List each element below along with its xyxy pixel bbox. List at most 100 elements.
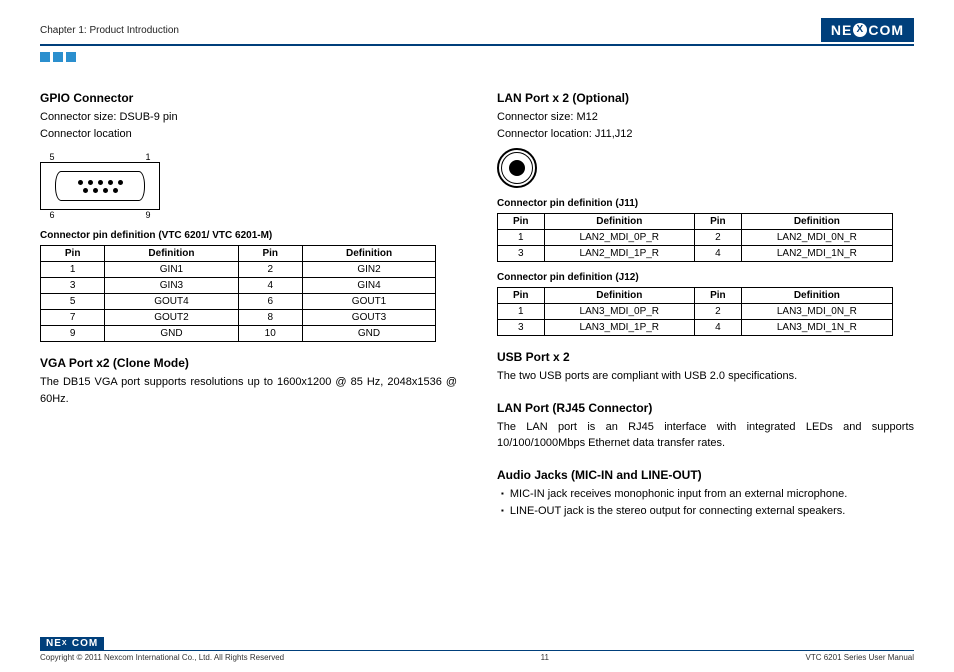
- table-cell: 5: [41, 294, 105, 310]
- table-header: Pin: [41, 246, 105, 262]
- footer-logo-pre: NE: [46, 638, 62, 649]
- gpio-loc: Connector location: [40, 126, 457, 143]
- table-header: Definition: [544, 288, 695, 304]
- table-cell: 7: [41, 310, 105, 326]
- table-cell: LAN3_MDI_0N_R: [741, 304, 893, 320]
- dsub-diagram: 5 1 6 9: [40, 152, 457, 220]
- left-column: GPIO Connector Connector size: DSUB-9 pi…: [40, 83, 457, 521]
- chapter-label: Chapter 1: Product Introduction: [40, 25, 179, 36]
- table-cell: 4: [695, 246, 742, 262]
- table-cell: LAN2_MDI_0N_R: [741, 230, 893, 246]
- table-cell: 10: [238, 326, 302, 342]
- square-icon: [53, 52, 63, 62]
- table-cell: GND: [302, 326, 435, 342]
- table-cell: GOUT1: [302, 294, 435, 310]
- dsub-pin-9: 9: [136, 210, 160, 220]
- footer-logo: NEXCOM: [40, 637, 104, 650]
- table-cell: LAN2_MDI_1N_R: [741, 246, 893, 262]
- table-header: Pin: [498, 288, 545, 304]
- table-header: Definition: [544, 214, 695, 230]
- table-header: Definition: [741, 288, 893, 304]
- usb-heading: USB Port x 2: [497, 350, 914, 364]
- table-cell: 4: [238, 278, 302, 294]
- table-header: Pin: [695, 288, 742, 304]
- table-cell: GOUT3: [302, 310, 435, 326]
- table-row: 9GND10GND: [41, 326, 436, 342]
- footer-logo-post: COM: [72, 638, 98, 649]
- j12-pin-table: PinDefinitionPinDefinition1LAN3_MDI_0P_R…: [497, 287, 893, 336]
- table-row: 3LAN3_MDI_1P_R4LAN3_MDI_1N_R: [498, 320, 893, 336]
- footer-logo-x-icon: X: [62, 639, 72, 649]
- vga-text: The DB15 VGA port supports resolutions u…: [40, 374, 457, 407]
- page-number: 11: [541, 653, 549, 662]
- j11-caption: Connector pin definition (J11): [497, 198, 914, 209]
- table-cell: GIN4: [302, 278, 435, 294]
- table-row: 7GOUT28GOUT3: [41, 310, 436, 326]
- logo-text-post: COM: [868, 22, 904, 38]
- manual-title: VTC 6201 Series User Manual: [806, 653, 915, 662]
- lan-loc: Connector location: J11,J12: [497, 126, 914, 143]
- table-cell: GIN2: [302, 262, 435, 278]
- table-cell: 1: [41, 262, 105, 278]
- list-item: LINE-OUT jack is the stereo output for c…: [501, 503, 914, 521]
- gpio-heading: GPIO Connector: [40, 91, 457, 105]
- table-header: Pin: [695, 214, 742, 230]
- brand-logo: NEXCOM: [821, 18, 914, 42]
- table-cell: 8: [238, 310, 302, 326]
- table-header: Definition: [741, 214, 893, 230]
- list-item: MIC-IN jack receives monophonic input fr…: [501, 486, 914, 504]
- logo-x-icon: X: [853, 23, 867, 37]
- table-cell: 2: [695, 230, 742, 246]
- table-cell: 6: [238, 294, 302, 310]
- audio-bullet-list: MIC-IN jack receives monophonic input fr…: [497, 486, 914, 521]
- table-row: 1GIN12GIN2: [41, 262, 436, 278]
- table-cell: LAN3_MDI_1P_R: [544, 320, 695, 336]
- table-row: 1LAN2_MDI_0P_R2LAN2_MDI_0N_R: [498, 230, 893, 246]
- table-row: 5GOUT46GOUT1: [41, 294, 436, 310]
- rj45-text: The LAN port is an RJ45 interface with i…: [497, 419, 914, 452]
- table-header: Definition: [105, 246, 238, 262]
- table-cell: LAN3_MDI_0P_R: [544, 304, 695, 320]
- table-row: 3GIN34GIN4: [41, 278, 436, 294]
- square-icon: [66, 52, 76, 62]
- dsub-pin-5: 5: [40, 152, 64, 162]
- table-cell: LAN2_MDI_1P_R: [544, 246, 695, 262]
- table-cell: GND: [105, 326, 238, 342]
- j11-pin-table: PinDefinitionPinDefinition1LAN2_MDI_0P_R…: [497, 213, 893, 262]
- dsub-pin-1: 1: [136, 152, 160, 162]
- square-icon: [40, 52, 50, 62]
- decorative-squares: [40, 52, 914, 65]
- table-cell: 9: [41, 326, 105, 342]
- table-header: Pin: [238, 246, 302, 262]
- table-header: Definition: [302, 246, 435, 262]
- table-cell: GIN1: [105, 262, 238, 278]
- m12-connector-icon: [497, 148, 914, 188]
- header-rule: [40, 44, 914, 46]
- lan-heading: LAN Port x 2 (Optional): [497, 91, 914, 105]
- page-footer: NEXCOM Copyright © 2011 Nexcom Internati…: [40, 637, 914, 662]
- audio-heading: Audio Jacks (MIC-IN and LINE-OUT): [497, 468, 914, 482]
- j12-caption: Connector pin definition (J12): [497, 272, 914, 283]
- rj45-heading: LAN Port (RJ45 Connector): [497, 401, 914, 415]
- dsub-pin-6: 6: [40, 210, 64, 220]
- table-header: Pin: [498, 214, 545, 230]
- logo-text-pre: NE: [831, 22, 852, 38]
- table-cell: 4: [695, 320, 742, 336]
- right-column: LAN Port x 2 (Optional) Connector size: …: [497, 83, 914, 521]
- gpio-pin-table: PinDefinitionPinDefinition1GIN12GIN23GIN…: [40, 245, 436, 342]
- table-cell: 1: [498, 304, 545, 320]
- gpio-size: Connector size: DSUB-9 pin: [40, 109, 457, 126]
- table-cell: 3: [498, 246, 545, 262]
- copyright-text: Copyright © 2011 Nexcom International Co…: [40, 653, 284, 662]
- table-cell: 3: [498, 320, 545, 336]
- table-cell: LAN3_MDI_1N_R: [741, 320, 893, 336]
- table-cell: 2: [238, 262, 302, 278]
- table-row: 3LAN2_MDI_1P_R4LAN2_MDI_1N_R: [498, 246, 893, 262]
- table-cell: GOUT4: [105, 294, 238, 310]
- vga-heading: VGA Port x2 (Clone Mode): [40, 356, 457, 370]
- table-cell: 1: [498, 230, 545, 246]
- lan-size: Connector size: M12: [497, 109, 914, 126]
- table-cell: GIN3: [105, 278, 238, 294]
- table-cell: 3: [41, 278, 105, 294]
- table-cell: 2: [695, 304, 742, 320]
